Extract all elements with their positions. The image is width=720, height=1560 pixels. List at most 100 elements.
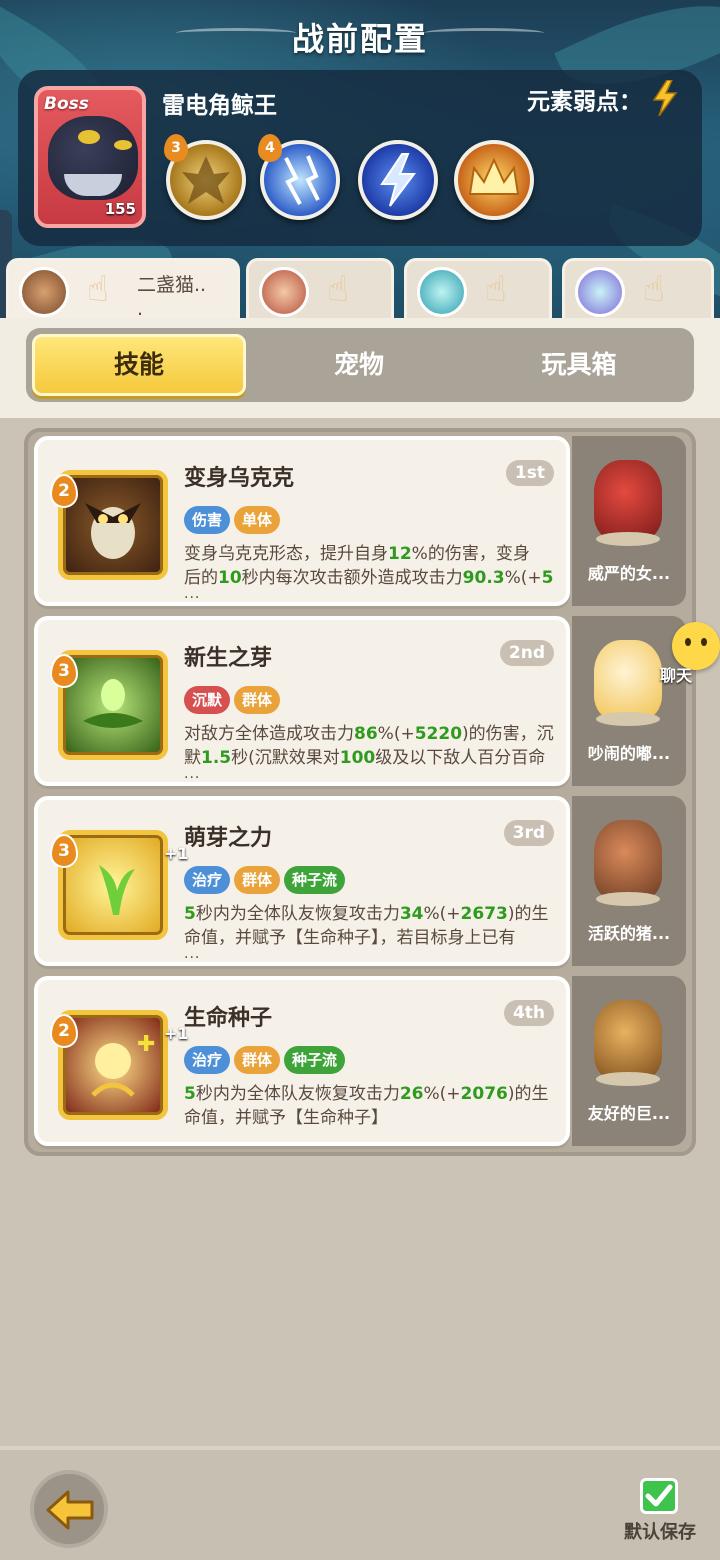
element-weakness-label: 元素弱点： [527,89,642,115]
page-title: 战前配置 [291,20,428,58]
skill-tags: 伤害 单体 [184,506,284,534]
skill-tag: 种子流 [284,866,346,894]
pet-name: 吵闹的嘟... [587,744,671,763]
pet-name: 活跃的猪... [587,924,671,943]
lightning-icon [652,80,678,116]
pet-figure-image [594,1000,662,1080]
bottom-bar [0,1446,720,1560]
skill-tag: 群体 [234,866,281,894]
skill-name: 生命种子 [184,1006,273,1031]
default-save-label[interactable]: 默认保存 [624,1518,696,1544]
skill-tag: 伤害 [184,506,231,534]
lightning-bolt-icon[interactable] [358,140,438,220]
boss-level: 155 [104,200,136,218]
pet-figure-image [594,460,662,540]
owl-glyph-icon [85,503,141,559]
boss-info-panel: Boss 155 雷电角鲸王 元素弱点： 3 4 [18,70,702,246]
skill-tag: 单体 [234,506,281,534]
pet-stand [596,712,660,726]
golden-claw-icon[interactable]: 3 [164,134,246,220]
skill-description: 对敌方全体造成攻击力86%(+5220)的伤害，沉 默1.5秒(沉默效果对100… [184,724,554,768]
skill-name: 新生之芽 [184,646,273,671]
crown-glyph-icon [468,157,520,195]
boss-creature-image [48,116,138,200]
bonus-level-label: +1 [164,844,189,863]
skill-level-badge: 3 [164,134,188,162]
bonus-level-label: +1 [164,1024,189,1043]
life-seed-glyph-icon: ✚ [91,1032,155,1097]
boss-name: 雷电角鲸王 [162,93,277,119]
skill-tag: 治疗 [184,1046,231,1074]
seed-glyph-icon [83,679,143,728]
tab-pets[interactable]: 宠物 [252,334,466,396]
description-ellipsis: ... [184,946,201,962]
back-arrow-icon [46,1490,94,1530]
skill-level-badge: 2 [50,474,78,508]
pet-name: 友好的巨... [587,1104,671,1123]
skill-tags: 沉默 群体 [184,686,284,714]
player-tab-4[interactable]: ☝ [562,258,714,320]
checkmark-icon [645,1484,673,1507]
skill-tag: 群体 [234,686,281,714]
bolt-glyph-icon [380,153,416,207]
pet-slot[interactable]: 吵闹的嘟... [572,616,686,786]
skill-name: 萌芽之力 [184,826,273,851]
skill-level-badge: 3 [50,834,78,868]
skill-card[interactable]: 3 +1 萌芽之力 3rd 治疗 群体 种子流 5秒内为全体队友恢复攻击力34%(+… [34,796,570,966]
skill-rank-badge: 2nd [499,640,554,666]
skill-rank-badge: 1st [505,460,554,486]
boss-portrait[interactable]: Boss 155 [34,86,146,228]
pet-stand [596,892,660,906]
pet-slot[interactable]: 活跃的猪... [572,796,686,966]
sprout-glyph-icon [99,865,135,915]
tap-hand-icon: ☝ [327,269,349,310]
player-tab-1[interactable]: ☝ 二盏猫... [6,258,240,320]
skill-card[interactable]: 2 变身乌克克 1st 伤害 单体 变身乌克克形态，提升自身12%的伤害，变身 后… [34,436,570,606]
skill-tag: 群体 [234,1046,281,1074]
segmented-tabs: 技能 宠物 玩具箱 [26,328,694,402]
default-save-checkbox[interactable] [640,1478,678,1514]
description-ellipsis: ... [184,586,201,602]
skill-tag: 治疗 [184,866,231,894]
tap-hand-icon: ☝ [87,269,109,310]
skill-rank-badge: 3rd [503,820,554,846]
skill-description: 5秒内为全体队友恢复攻击力34%(+2673)的生 命值，并赋予【生命种子】，若… [184,904,549,948]
tab-toybox[interactable]: 玩具箱 [472,334,686,396]
svg-text:✚: ✚ [137,1032,155,1057]
player-avatar [259,267,309,317]
tap-hand-icon: ☝ [485,269,507,310]
pet-figure-image [594,820,662,900]
back-button[interactable] [30,1470,108,1548]
player-avatar [417,267,467,317]
skill-card[interactable]: 2 +1 ✚ 生命种子 4th 治疗 群体 种子流 5秒内为全体队友恢复攻击力26%… [34,976,570,1146]
player-avatar [19,267,69,317]
description-ellipsis: ... [184,766,201,782]
skill-name: 变身乌克克 [184,466,295,491]
skill-level-badge: 3 [50,654,78,688]
pet-stand [596,532,660,546]
pet-slot[interactable]: 友好的巨... [572,976,686,1146]
player-tab-3[interactable]: ☝ [404,258,552,320]
player-name: 二盏猫... [137,274,207,320]
tab-skills[interactable]: 技能 [32,334,246,396]
chat-label[interactable]: 聊天 [660,662,692,686]
pet-stand [596,1072,660,1086]
player-avatar [575,267,625,317]
skill-tag: 种子流 [284,1046,346,1074]
skill-level-badge: 4 [258,134,282,162]
tap-hand-icon: ☝ [643,269,665,310]
pet-slot[interactable]: 威严的女... [572,436,686,606]
skill-description: 变身乌克克形态，提升自身12%的伤害，变身 后的10秒内每次攻击额外造成攻击力9… [184,544,554,588]
pet-figure-image [594,640,662,720]
skill-tags: 治疗 群体 种子流 [184,866,349,894]
boss-tag: Boss [44,94,89,114]
skill-tag: 沉默 [184,686,231,714]
skill-rank-badge: 4th [503,1000,554,1026]
skill-level-badge: 2 [50,1014,78,1048]
skill-description: 5秒内为全体队友恢复攻击力26%(+2076)的生 命值，并赋予【生命种子】 [184,1084,549,1128]
skill-tags: 治疗 群体 种子流 [184,1046,349,1074]
golden-crown-icon[interactable] [454,140,534,220]
blue-lightning-icon[interactable]: 4 [258,134,340,220]
skill-card[interactable]: 3 新生之芽 2nd 沉默 群体 对敌方全体造成攻击力86%(+5220)的伤害，… [34,616,570,786]
player-tab-2[interactable]: ☝ [246,258,394,320]
